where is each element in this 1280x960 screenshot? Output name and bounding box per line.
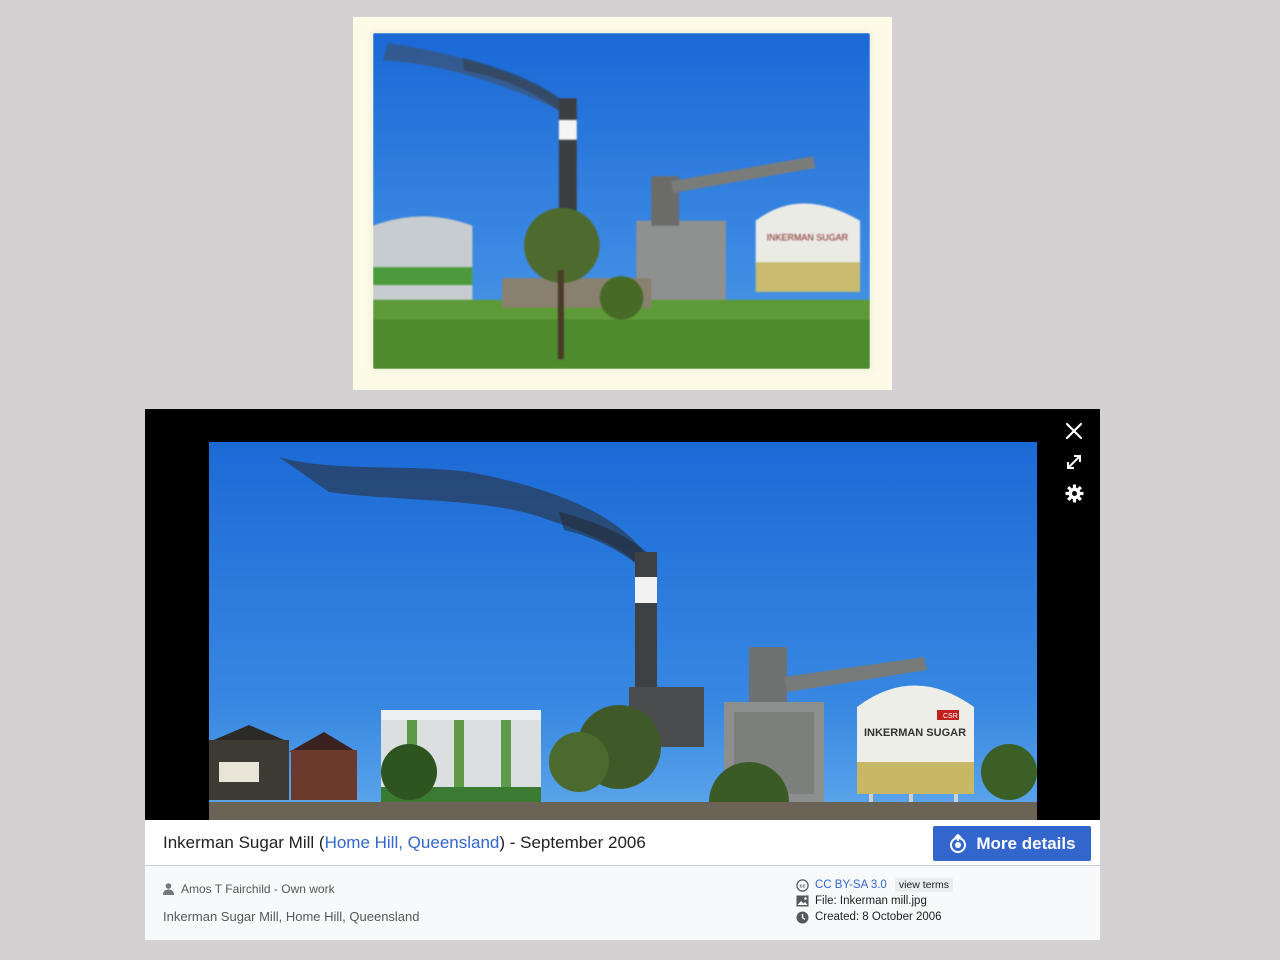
author-text: Amos T Fairchild - Own work bbox=[181, 882, 335, 896]
image-icon bbox=[796, 895, 809, 907]
clock-icon bbox=[796, 911, 809, 923]
more-details-label: More details bbox=[976, 833, 1076, 853]
license-row: cc CC BY-SA 3.0 view terms bbox=[796, 877, 953, 893]
main-image[interactable]: CSR INKERMAN SUGAR bbox=[209, 442, 1037, 820]
settings-button[interactable] bbox=[1063, 482, 1085, 504]
silo-sign: INKERMAN SUGAR bbox=[864, 727, 966, 739]
created-row: Created: 8 October 2006 bbox=[796, 909, 953, 925]
location-link[interactable]: Home Hill, Queensland bbox=[325, 833, 500, 852]
title-prefix: Inkerman Sugar Mill ( bbox=[163, 833, 325, 852]
svg-text:INKERMAN SUGAR: INKERMAN SUGAR bbox=[767, 233, 849, 243]
author-line: Amos T Fairchild - Own work bbox=[163, 882, 335, 896]
metadata-list: cc CC BY-SA 3.0 view terms File: Inkerma… bbox=[796, 877, 953, 925]
media-viewer: CSR INKERMAN SUGAR Inkerman Sugar Mill (… bbox=[145, 409, 1100, 940]
image-title: Inkerman Sugar Mill (Home Hill, Queensla… bbox=[163, 833, 646, 853]
license-link[interactable]: CC BY-SA 3.0 bbox=[815, 879, 887, 891]
image-description: Inkerman Sugar Mill, Home Hill, Queensla… bbox=[163, 909, 420, 924]
cc-icon: cc bbox=[796, 878, 809, 892]
svg-text:cc: cc bbox=[799, 883, 805, 889]
silo-badge: CSR bbox=[943, 713, 958, 720]
expand-icon bbox=[1067, 455, 1081, 469]
gear-icon bbox=[1064, 483, 1084, 503]
view-terms-button[interactable]: view terms bbox=[894, 878, 953, 892]
created-date: Created: 8 October 2006 bbox=[815, 911, 942, 923]
info-panel: Inkerman Sugar Mill (Home Hill, Queensla… bbox=[145, 820, 1100, 940]
title-suffix: ) - September 2006 bbox=[499, 833, 646, 852]
file-name: File: Inkerman mill.jpg bbox=[815, 895, 927, 907]
thumbnail-frame: INKERMAN SUGAR bbox=[353, 17, 892, 390]
file-row: File: Inkerman mill.jpg bbox=[796, 893, 953, 909]
title-bar: Inkerman Sugar Mill (Home Hill, Queensla… bbox=[145, 820, 1100, 866]
close-button[interactable] bbox=[1063, 420, 1085, 442]
user-icon bbox=[163, 883, 174, 895]
more-details-button[interactable]: More details bbox=[933, 826, 1091, 861]
thumbnail-image[interactable]: INKERMAN SUGAR bbox=[373, 33, 870, 369]
close-icon bbox=[1065, 422, 1083, 440]
commons-icon bbox=[950, 833, 967, 853]
fullscreen-button[interactable] bbox=[1063, 451, 1085, 473]
